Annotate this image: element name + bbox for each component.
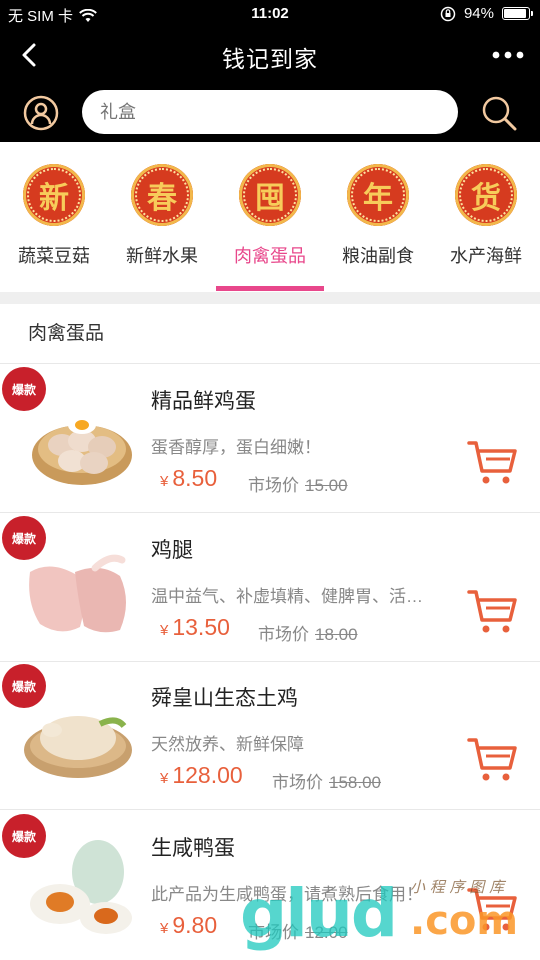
festive-badge-icon: 年: [347, 164, 409, 226]
add-to-cart-button[interactable]: [466, 734, 518, 784]
category-tab-grain-oil[interactable]: 年 粮油副食: [324, 142, 432, 292]
product-description: 蛋香醇厚，蛋白细嫩！: [151, 438, 321, 457]
festive-badge-icon: 春: [131, 164, 193, 226]
status-right: 94%: [440, 5, 533, 22]
market-price: 市场价 15.00: [248, 476, 348, 495]
product-price: ¥128.00: [160, 762, 243, 788]
add-to-cart-button[interactable]: [466, 884, 518, 934]
category-label: 肉禽蛋品: [234, 246, 306, 266]
more-button[interactable]: [486, 38, 530, 72]
product-name: 精品鲜鸡蛋: [151, 390, 256, 413]
hot-badge: 爆款: [2, 814, 46, 858]
product-price: ¥8.50: [160, 465, 218, 491]
festive-badge-icon: 囤: [239, 164, 301, 226]
search-icon: [482, 96, 517, 131]
category-tab-seafood[interactable]: 货 水产海鲜: [432, 142, 540, 292]
cart-icon: [467, 441, 517, 484]
page-title: 钱记到家: [222, 46, 318, 72]
hot-badge: 爆款: [2, 664, 46, 708]
nav-bar: 钱记到家: [0, 28, 540, 82]
category-tab-fruits[interactable]: 春 新鲜水果: [108, 142, 216, 292]
category-tab-meat-eggs[interactable]: 囤 肉禽蛋品: [216, 142, 324, 292]
section-title: 肉禽蛋品: [0, 304, 540, 364]
festive-badge-icon: 新: [23, 164, 85, 226]
product-name: 生咸鸭蛋: [151, 837, 235, 860]
battery-icon: [502, 7, 533, 20]
add-to-cart-button[interactable]: [466, 437, 518, 487]
rotation-lock-icon: [440, 6, 456, 21]
festive-badge-icon: 货: [455, 164, 517, 226]
product-price: ¥9.80: [160, 912, 218, 938]
category-tabs: 新 蔬菜豆菇 春 新鲜水果 囤 肉禽蛋品 年 粮油副食 货 水产海鲜: [0, 142, 540, 292]
cart-icon: [467, 888, 517, 931]
product-price: ¥13.50: [160, 614, 230, 640]
search-input[interactable]: [82, 90, 458, 134]
cart-icon: [467, 738, 517, 781]
market-price: 市场价 158.00: [272, 773, 381, 792]
category-tab-vegetables[interactable]: 新 蔬菜豆菇: [0, 142, 108, 292]
product-description: 此产品为生咸鸭蛋，请煮熟后食用！: [151, 885, 423, 904]
hot-badge: 爆款: [2, 367, 46, 411]
product-description: 天然放养、新鲜保障: [151, 735, 304, 754]
hot-badge: 爆款: [2, 516, 46, 560]
battery-percent: 94%: [463, 5, 494, 22]
status-bar: 无 SIM 卡 11:02 94%: [0, 0, 540, 28]
product-description: 温中益气、补虚填精、健脾胃、活…: [151, 587, 423, 606]
category-label: 蔬菜豆菇: [18, 246, 90, 266]
product-item[interactable]: 爆款 鸡腿 温中益气、补虚填精、健脾胃、活… ¥13.50 市场价 18.00: [0, 514, 540, 662]
product-item[interactable]: 爆款 舜皇山生态土鸡 天然放养、新鲜保障 ¥128.00 市场价 158.00: [0, 662, 540, 810]
product-item[interactable]: 爆款 精品鲜鸡蛋 蛋香醇厚，蛋白细嫩！ ¥8.50 市场价 15.00: [0, 365, 540, 513]
search-bar: [0, 82, 540, 142]
category-label: 粮油副食: [342, 246, 414, 266]
user-icon: [23, 95, 59, 131]
cart-icon: [467, 590, 517, 633]
product-item[interactable]: 爆款 生咸鸭蛋 此产品为生咸鸭蛋，请煮熟后食用！ ¥9.80 市场价 12.00: [0, 812, 540, 960]
category-label: 新鲜水果: [126, 246, 198, 266]
search-button[interactable]: [480, 94, 518, 132]
category-label: 水产海鲜: [450, 246, 522, 266]
market-price: 市场价 18.00: [258, 625, 358, 644]
more-dots-icon: [492, 51, 524, 59]
market-price: 市场价 12.00: [248, 923, 348, 942]
user-button[interactable]: [22, 94, 60, 132]
active-tab-indicator: [216, 286, 324, 291]
section-divider: [0, 292, 540, 304]
add-to-cart-button[interactable]: [466, 586, 518, 636]
product-name: 鸡腿: [151, 539, 193, 562]
product-name: 舜皇山生态土鸡: [151, 687, 298, 710]
